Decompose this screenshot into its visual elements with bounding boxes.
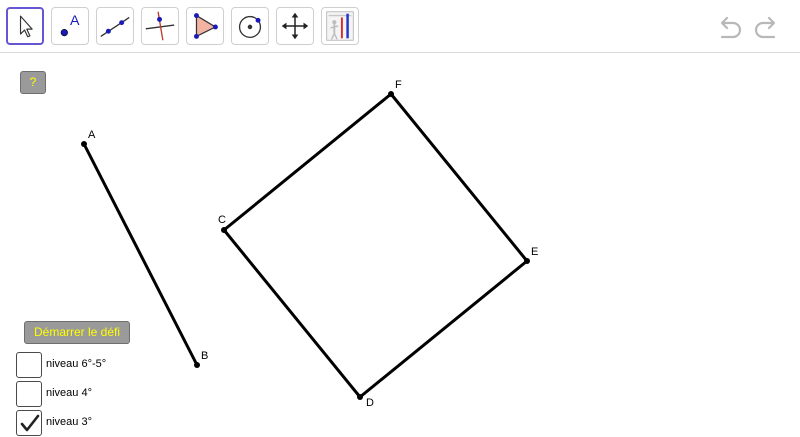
point-b[interactable] [194, 362, 200, 368]
undo-button[interactable] [714, 12, 744, 42]
redo-button[interactable] [752, 12, 782, 42]
svg-text:A: A [70, 13, 80, 29]
polygon-icon [194, 13, 218, 39]
point-e-label: E [531, 246, 538, 258]
point-tool-button[interactable]: A [51, 7, 89, 45]
custom-tool-icon [326, 11, 354, 41]
point-icon: A [60, 13, 80, 37]
polygon-tool-button[interactable] [186, 7, 224, 45]
point-e[interactable] [524, 258, 530, 264]
point-c[interactable] [221, 227, 227, 233]
level-4-label: niveau 4° [46, 387, 92, 399]
level-3-checkbox[interactable] [16, 410, 42, 436]
point-f-label: F [395, 79, 402, 91]
level-3-label: niveau 3° [46, 416, 92, 428]
toolbar: A [0, 0, 800, 53]
point-a[interactable] [81, 141, 87, 147]
checkmark-icon [20, 414, 40, 432]
line-through-points-icon [100, 16, 130, 37]
start-challenge-button[interactable]: Démarrer le défi [24, 321, 130, 344]
point-d-label: D [366, 397, 374, 409]
line-tool-button[interactable] [96, 7, 134, 45]
level-4-checkbox[interactable] [16, 381, 42, 407]
custom-tool-button[interactable] [321, 7, 359, 45]
four-way-arrows-icon [281, 12, 309, 40]
level-6-5-checkbox[interactable] [16, 352, 42, 378]
circle-tool-button[interactable] [231, 7, 269, 45]
help-button[interactable]: ? [20, 71, 46, 94]
point-d[interactable] [357, 394, 363, 400]
move-tool-button[interactable] [6, 7, 44, 45]
point-c-label: C [218, 214, 226, 226]
graphics-view[interactable]: A B C D E F [0, 53, 800, 430]
perpendicular-line-tool-button[interactable] [141, 7, 179, 45]
circle-with-center-icon [238, 15, 262, 39]
perpendicular-line-icon [145, 11, 175, 41]
level-6-5-label: niveau 6°-5° [46, 358, 107, 370]
quadrilateral-cdef[interactable] [222, 92, 529, 399]
point-a-label: A [88, 129, 96, 141]
redo-icon [754, 16, 776, 39]
move-graphics-view-tool-button[interactable] [276, 7, 314, 45]
cursor-arrow-icon [19, 15, 33, 38]
point-f[interactable] [388, 91, 394, 97]
undo-icon [720, 16, 742, 39]
point-b-label: B [201, 350, 208, 362]
